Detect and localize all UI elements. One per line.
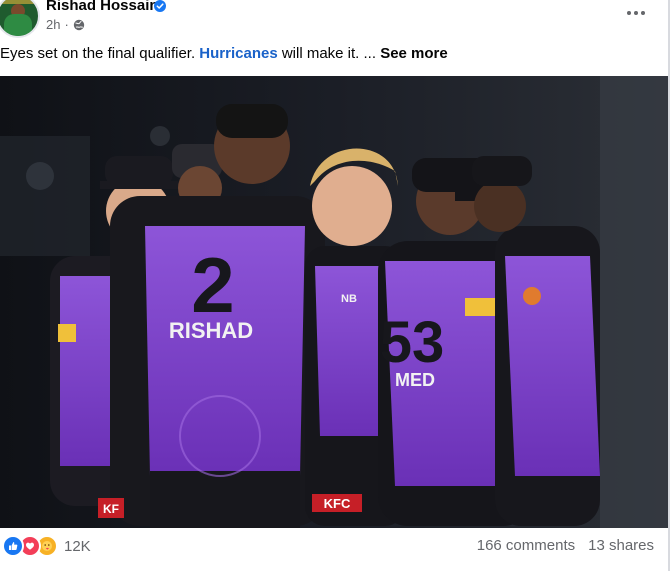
kfc-sponsor-text: KFC <box>324 496 351 511</box>
post-photo[interactable]: 2 RISHAD KFC NB 53 MED KF <box>0 76 668 528</box>
reaction-summary[interactable]: 12K <box>2 535 91 557</box>
more-options-button[interactable] <box>622 2 650 24</box>
hurricanes-tag-link[interactable]: Hurricanes <box>199 45 277 62</box>
reaction-count: 12K <box>64 537 91 555</box>
post-text: Eyes set on the final qualifier. Hurrica… <box>0 45 448 62</box>
comments-count-link[interactable]: 166 comments <box>477 537 575 554</box>
engagement-stats: 166 comments 13 shares <box>477 537 654 554</box>
like-reaction-icon <box>2 535 24 557</box>
post-time[interactable]: 2h <box>46 17 60 32</box>
post-card: Rishad Hossain 2h · Eyes set on the fina… <box>0 0 668 571</box>
post-text-end: will make it. ... <box>277 45 381 62</box>
post-meta: 2h · <box>46 17 85 32</box>
globe-icon[interactable] <box>73 19 85 31</box>
jersey-number-53: 53 <box>380 310 445 375</box>
post-footer: 12K 166 comments 13 shares <box>0 528 668 571</box>
separator-dot: · <box>64 17 69 32</box>
nb-logo-text: NB <box>341 293 357 305</box>
kfc-sponsor-left-text: KF <box>103 502 119 516</box>
team-celebration-image: 2 RISHAD KFC NB 53 MED KF <box>0 76 668 528</box>
post-text-start: Eyes set on the final qualifier. <box>0 45 200 62</box>
jersey-name-rishad: RISHAD <box>169 318 253 343</box>
author-avatar[interactable] <box>0 0 40 38</box>
jersey-name-med: MED <box>395 370 435 390</box>
shares-count-link[interactable]: 13 shares <box>588 537 654 554</box>
jersey-number-2: 2 <box>191 241 234 329</box>
author-name[interactable]: Rishad Hossain <box>46 0 159 14</box>
more-dots-icon <box>627 11 631 15</box>
verified-badge-icon <box>154 0 166 12</box>
see-more-link[interactable]: See more <box>380 45 448 62</box>
